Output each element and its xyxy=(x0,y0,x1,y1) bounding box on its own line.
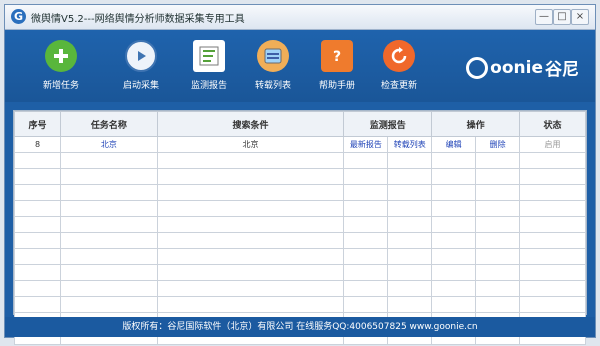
delete-link[interactable]: 删除 xyxy=(475,136,521,153)
latest-report-link[interactable]: 最新报告 xyxy=(343,136,389,153)
header-status: 状态 xyxy=(519,111,586,137)
table-row-empty xyxy=(13,152,586,169)
help-manual-button[interactable]: ? 帮助手册 xyxy=(307,40,367,91)
report-icon xyxy=(193,40,225,72)
task-table-panel: 序号 任务名称 搜索条件 监测报告 操作 状态 8 北京 北京 最新报告 转载列… xyxy=(13,110,587,345)
help-manual-label: 帮助手册 xyxy=(318,81,355,91)
repost-list-button[interactable]: 转载列表 xyxy=(243,40,303,91)
header-monitor-report: 监测报告 xyxy=(343,111,433,137)
repost-list-link[interactable]: 转载列表 xyxy=(387,136,433,153)
minimize-button[interactable]: — xyxy=(535,9,553,25)
table-row-empty xyxy=(13,232,586,249)
table-row-empty xyxy=(13,216,586,233)
row-task-name[interactable]: 北京 xyxy=(60,136,158,153)
table-row-empty xyxy=(13,264,586,281)
table-row-empty xyxy=(13,168,586,185)
table-row-empty xyxy=(13,280,586,297)
check-update-button[interactable]: 检查更新 xyxy=(369,40,429,91)
monitor-report-button[interactable]: 监测报告 xyxy=(179,40,239,91)
footer-copyright: 版权所有：谷尼国际软件（北京）有限公司 在线服务QQ:4006507825 ww… xyxy=(5,317,595,337)
table-row-empty xyxy=(13,248,586,265)
logo-brand: oonie xyxy=(490,57,543,78)
help-icon: ? xyxy=(321,40,353,72)
header-operation: 操作 xyxy=(431,111,521,137)
header-search-condition: 搜索条件 xyxy=(156,111,345,137)
header-task-name: 任务名称 xyxy=(60,111,158,137)
status-cell: 启用 xyxy=(519,136,586,153)
repost-list-label: 转载列表 xyxy=(254,81,291,91)
add-task-label: 新增任务 xyxy=(42,81,79,91)
app-icon: G xyxy=(11,9,26,24)
add-task-button[interactable]: 新增任务 xyxy=(31,40,91,91)
list-icon xyxy=(257,40,289,72)
goonie-logo: oonie 谷尼 xyxy=(466,55,579,80)
refresh-icon xyxy=(383,40,415,72)
table-row-empty xyxy=(13,296,586,313)
monitor-report-label: 监测报告 xyxy=(190,81,227,91)
table-row-empty xyxy=(13,184,586,201)
play-icon xyxy=(125,40,157,72)
title-bar[interactable]: G 微舆情V5.2---网络舆情分析师数据采集专用工具 — □ × xyxy=(5,5,595,30)
start-collect-button[interactable]: 启动采集 xyxy=(111,40,171,91)
plus-icon xyxy=(45,40,77,72)
close-button[interactable]: × xyxy=(571,9,589,25)
table-row: 8 北京 北京 最新报告 转载列表 编辑 删除 启用 xyxy=(13,136,586,153)
start-collect-label: 启动采集 xyxy=(122,81,159,91)
logo-chinese: 谷尼 xyxy=(545,60,579,80)
edit-link[interactable]: 编辑 xyxy=(431,136,477,153)
check-update-label: 检查更新 xyxy=(380,81,417,91)
table-row-empty xyxy=(13,200,586,217)
task-table: 序号 任务名称 搜索条件 监测报告 操作 状态 8 北京 北京 最新报告 转载列… xyxy=(13,111,586,345)
window-title: 微舆情V5.2---网络舆情分析师数据采集专用工具 xyxy=(31,14,245,25)
toolbar: 新增任务 启动采集 监测报告 转载列表 ? 帮助手册 检查更新 oonie 谷尼 xyxy=(5,30,595,102)
row-id: 8 xyxy=(13,136,62,153)
maximize-button[interactable]: □ xyxy=(553,9,571,25)
row-search: 北京 xyxy=(156,136,345,153)
svg-text:?: ? xyxy=(333,49,341,65)
header-id: 序号 xyxy=(13,111,62,137)
app-window: G 微舆情V5.2---网络舆情分析师数据采集专用工具 — □ × 新增任务 启… xyxy=(4,4,596,345)
logo-mark xyxy=(466,56,489,79)
